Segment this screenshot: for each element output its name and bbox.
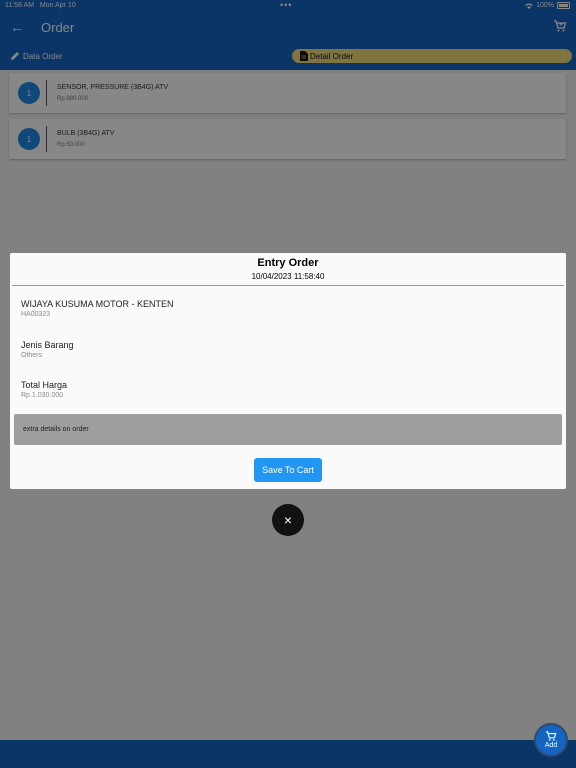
notes-placeholder: extra details on order	[23, 426, 89, 433]
total-price-field: Total Harga Rp.1.030.000	[21, 380, 67, 399]
close-button[interactable]: ×	[272, 504, 304, 536]
add-to-cart-fab[interactable]: Add	[534, 723, 568, 757]
dialog-divider	[12, 285, 564, 286]
notes-input[interactable]: extra details on order	[14, 414, 562, 445]
save-to-cart-button[interactable]: Save To Cart	[254, 458, 322, 482]
item-type-label: Jenis Barang	[21, 340, 74, 350]
total-price-value: Rp.1.030.000	[21, 392, 64, 399]
customer-name: WIJAYA KUSUMA MOTOR - KENTEN	[21, 299, 174, 309]
close-icon: ×	[283, 512, 293, 528]
cart-add-icon	[545, 731, 557, 741]
customer-field: WIJAYA KUSUMA MOTOR - KENTEN HA00323	[21, 299, 174, 318]
entry-order-dialog: Entry Order 10/04/2023 11:58:40 WIJAYA K…	[10, 253, 566, 489]
item-type-value: Others	[21, 352, 43, 359]
total-price-label: Total Harga	[21, 380, 68, 390]
customer-code: HA00323	[21, 311, 51, 318]
dialog-datetime: 10/04/2023 11:58:40	[251, 272, 325, 281]
dialog-title: Entry Order	[257, 257, 319, 269]
fab-label: Add	[544, 742, 558, 749]
item-type-field: Jenis Barang Others	[21, 340, 74, 359]
